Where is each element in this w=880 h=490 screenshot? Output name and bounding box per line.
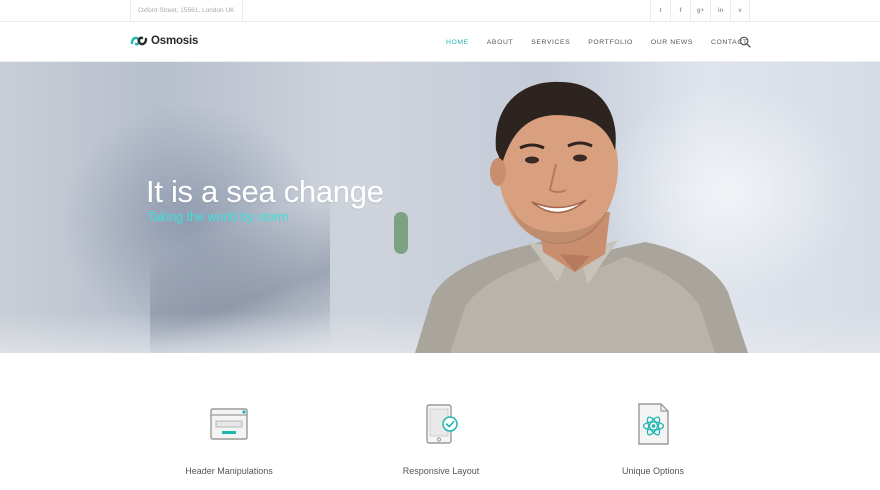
hero-plant bbox=[394, 212, 408, 254]
twitter-icon[interactable]: t bbox=[650, 0, 670, 22]
linkedin-icon[interactable]: in bbox=[710, 0, 730, 22]
hero-subtitle: Taking the world by storm bbox=[147, 210, 289, 224]
top-bar: Oxford Street, 15561, London UK t f g+ i… bbox=[0, 0, 880, 22]
google-plus-icon[interactable]: g+ bbox=[690, 0, 710, 22]
brand-name: Osmosis bbox=[151, 35, 199, 47]
feature-responsive-layout[interactable]: Responsive Layout bbox=[341, 402, 541, 476]
feature-label: Unique Options bbox=[621, 466, 685, 476]
feature-header-manipulations[interactable]: Header Manipulations bbox=[129, 402, 329, 476]
browser-window-icon bbox=[210, 408, 248, 440]
address-text: Oxford Street, 15561, London UK bbox=[130, 0, 244, 22]
nav-item-portfolio[interactable]: PORTFOLIO bbox=[588, 39, 633, 46]
feature-label: Header Manipulations bbox=[185, 466, 273, 476]
nav-item-home[interactable]: HOME bbox=[446, 39, 469, 46]
logo-icon bbox=[130, 36, 148, 46]
nav-item-services[interactable]: SERVICES bbox=[531, 39, 570, 46]
main-nav: HOME ABOUT SERVICES PORTFOLIO OUR NEWS C… bbox=[446, 22, 766, 62]
atom-document-icon bbox=[638, 403, 669, 445]
facebook-icon[interactable]: f bbox=[670, 0, 690, 22]
feature-label: Responsive Layout bbox=[402, 466, 480, 476]
social-links: t f g+ in v bbox=[650, 0, 750, 22]
hero-banner: It is a sea change Taking the world by s… bbox=[0, 62, 880, 353]
hero-person-image bbox=[415, 81, 748, 353]
vimeo-icon[interactable]: v bbox=[730, 0, 750, 22]
tablet-check-icon bbox=[426, 404, 458, 444]
nav-item-about[interactable]: ABOUT bbox=[487, 39, 513, 46]
nav-item-our-news[interactable]: OUR NEWS bbox=[651, 39, 693, 46]
hero-title: It is a sea change bbox=[146, 174, 384, 209]
feature-unique-options[interactable]: Unique Options bbox=[553, 402, 753, 476]
site-header: Osmosis HOME ABOUT SERVICES PORTFOLIO OU… bbox=[0, 22, 880, 62]
logo[interactable]: Osmosis bbox=[130, 34, 198, 48]
search-icon[interactable] bbox=[739, 36, 751, 48]
